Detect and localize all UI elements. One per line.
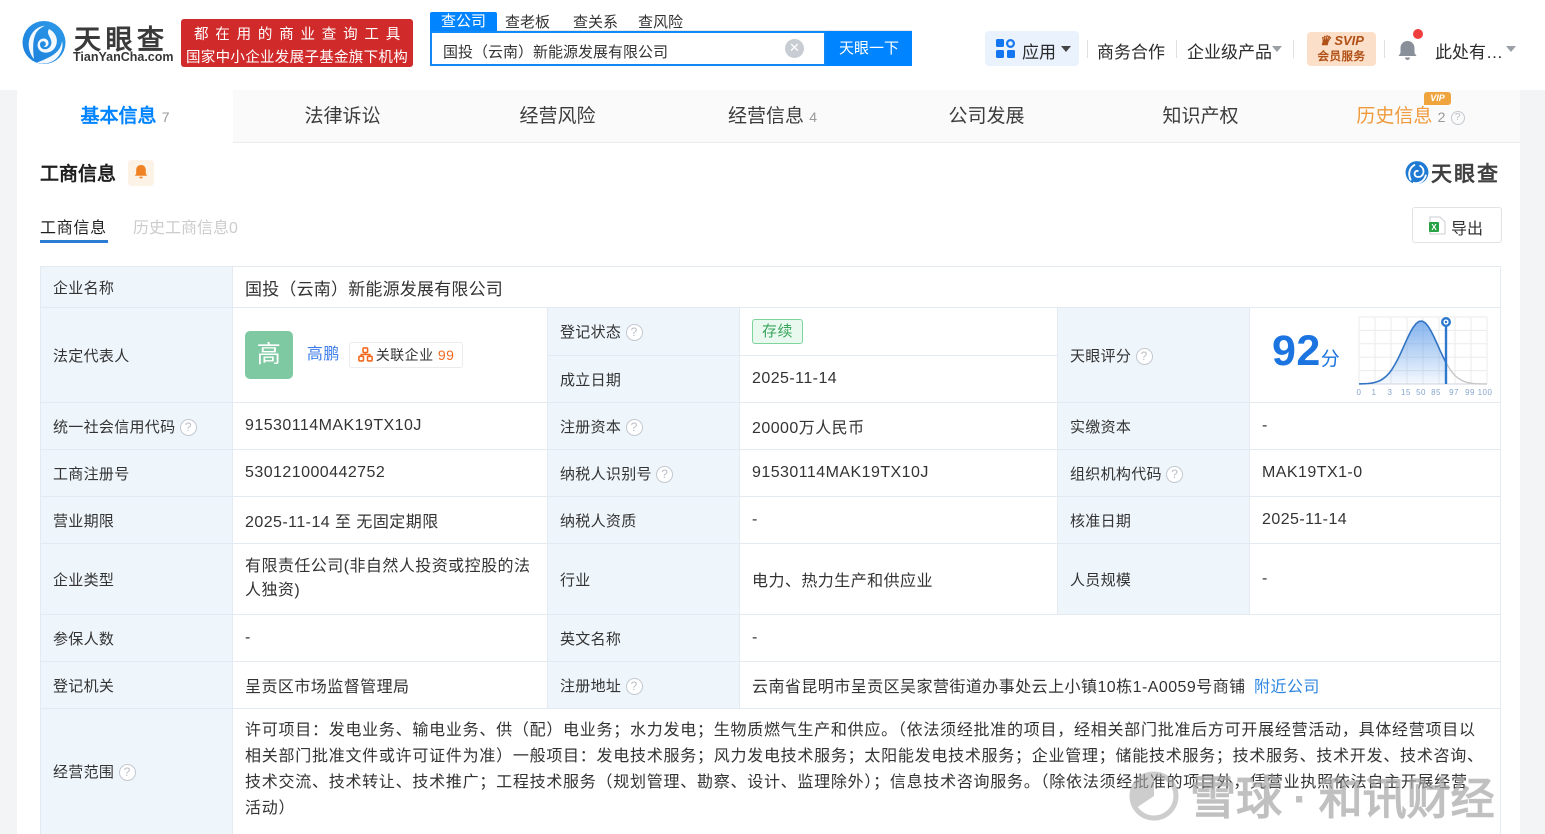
svg-text:97: 97 xyxy=(1449,388,1459,397)
svg-text:X: X xyxy=(1431,223,1437,232)
svg-text:85: 85 xyxy=(1431,388,1441,397)
svg-text:99: 99 xyxy=(1465,388,1475,397)
svg-text:1: 1 xyxy=(1372,388,1377,397)
svg-text:3: 3 xyxy=(1388,388,1393,397)
svg-text:0: 0 xyxy=(1357,388,1362,397)
svg-text:50: 50 xyxy=(1416,388,1426,397)
svg-text:15: 15 xyxy=(1401,388,1411,397)
svg-text:100: 100 xyxy=(1478,388,1493,397)
